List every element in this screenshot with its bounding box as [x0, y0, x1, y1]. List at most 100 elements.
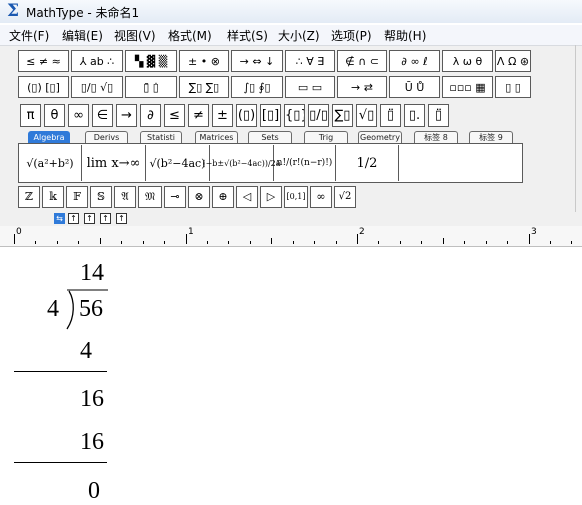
partial-symbol-button[interactable]: ∂ [140, 104, 161, 127]
double-dot-template-button[interactable]: ▯̈ [380, 104, 401, 127]
tab-label-8[interactable]: 标签 8 [414, 131, 458, 143]
menu-view[interactable]: 视图(V) [114, 27, 156, 44]
logical-symbols-button[interactable]: ∴ ∀ ∃ [285, 50, 335, 72]
subscript-template-button[interactable]: ▯. [404, 104, 425, 127]
window-title: MathType - 未命名1 [26, 6, 140, 20]
greek-lowercase-button[interactable]: λ ω θ [442, 50, 493, 72]
menu-size[interactable]: 大小(Z) [278, 27, 320, 44]
integral-templates-button[interactable]: ∫▯ ∮▯ [231, 76, 283, 98]
tab-trig[interactable]: Trig [304, 131, 348, 143]
greek-uppercase-button[interactable]: Λ Ω ⊛ [495, 50, 531, 72]
brackets-template-button[interactable]: [▯] [260, 104, 281, 127]
not-equal-symbol-button[interactable]: ≠ [188, 104, 209, 127]
tab-stop-relational-icon[interactable]: ↑ [100, 213, 111, 224]
oplus-symbol-button[interactable]: ⊕ [212, 186, 234, 208]
tab-statistics[interactable]: Statisti [140, 131, 182, 143]
ruler-tick [250, 241, 251, 244]
ruler-tick [486, 241, 487, 244]
template-discriminant[interactable]: √(b²−4ac) [146, 145, 210, 181]
s-symbol-button[interactable]: 𝕊 [90, 186, 112, 208]
infinity-small-button[interactable]: ∞ [310, 186, 332, 208]
fraktur-m-symbol-button[interactable]: 𝔐 [138, 186, 162, 208]
tab-algebra[interactable]: Algebra [28, 131, 70, 143]
fraction-radical-templates-button[interactable]: ▯/▯ √▯ [71, 76, 123, 98]
ruler-label-2: 2 [359, 227, 365, 237]
sqrt-template-button[interactable]: √▯ [356, 104, 377, 127]
integers-symbol-button[interactable]: ℤ [18, 186, 40, 208]
plus-minus-symbol-button[interactable]: ± [212, 104, 233, 127]
template-one-half[interactable]: 1/2 [336, 145, 399, 181]
ruler-tick [186, 234, 187, 244]
tab-stop-center-icon[interactable]: ↑ [68, 213, 79, 224]
right-arrow-symbol-button[interactable]: → [116, 104, 137, 127]
operator-symbols-button[interactable]: ± • ⊗ [179, 50, 229, 72]
menu-format[interactable]: 格式(M) [168, 27, 212, 44]
menu-bar: 文件(F) 编辑(E) 视图(V) 格式(M) 样式(S) 大小(Z) 选项(P… [0, 25, 582, 46]
underbar-overbar-templates-button[interactable]: ▭ ▭ [285, 76, 335, 98]
menu-help[interactable]: 帮助(H) [384, 27, 426, 44]
interval-symbol-button[interactable]: [0,1] [284, 186, 308, 208]
ruler-tick [336, 241, 337, 244]
menu-style[interactable]: 样式(S) [227, 27, 268, 44]
box-templates-button[interactable]: ▯ ▯ [495, 76, 531, 98]
infinity-symbol-button[interactable]: ∞ [68, 104, 89, 127]
theta-symbol-button[interactable]: θ [44, 104, 65, 127]
symbol-palette-row-1: ≤ ≠ ≈ ⅄ ab ∴ ▚ ▓ ▒ ± • ⊗ → ⇔ ↓ ∴ ∀ ∃ ∉ ∩… [18, 50, 531, 74]
tab-matrices[interactable]: Matrices [195, 131, 238, 143]
template-pythagorean[interactable]: √(a²+b²) [19, 145, 82, 181]
less-equal-symbol-button[interactable]: ≤ [164, 104, 185, 127]
relational-symbols-button[interactable]: ≤ ≠ ≈ [18, 50, 69, 72]
menu-edit[interactable]: 编辑(E) [62, 27, 103, 44]
dot-accent-template-button[interactable]: ▯̈ [428, 104, 449, 127]
parentheses-template-button[interactable]: (▯) [236, 104, 257, 127]
summation-templates-button[interactable]: ∑▯ ∑▯ [179, 76, 229, 98]
tab-derivs[interactable]: Derivs [85, 131, 128, 143]
first-subtraction-line [14, 371, 107, 372]
menu-options[interactable]: 选项(P) [331, 27, 372, 44]
field-symbol-button[interactable]: 𝔽 [66, 186, 88, 208]
ruler[interactable]: 0 1 2 3 [0, 226, 582, 247]
multimap-symbol-button[interactable]: ⊸ [164, 186, 186, 208]
otimes-symbol-button[interactable]: ⊗ [188, 186, 210, 208]
ruler-tick [57, 241, 58, 244]
tab-geometry[interactable]: Geometry [358, 131, 402, 143]
fraction-template-button[interactable]: ▯/▯ [308, 104, 329, 127]
tab-stop-decimal-icon[interactable]: ↑ [116, 213, 127, 224]
spaces-ellipses-button[interactable]: ⅄ ab ∴ [71, 50, 123, 72]
misc-symbols-button[interactable]: ∂ ∞ ℓ [389, 50, 440, 72]
embellishments-button[interactable]: ▚ ▓ ▒ [125, 50, 177, 72]
braces-template-button[interactable]: {▯} [284, 104, 305, 127]
products-set-templates-button[interactable]: Ū Ů [389, 76, 440, 98]
pi-symbol-button[interactable]: π [20, 104, 41, 127]
right-triangle-symbol-button[interactable]: ▷ [260, 186, 282, 208]
template-quadratic-formula[interactable]: (−b±√(b²−4ac))/2a [202, 145, 281, 181]
menu-file[interactable]: 文件(F) [9, 27, 49, 44]
fence-templates-button[interactable]: (▯) [▯] [18, 76, 69, 98]
equation-editor-area[interactable]: 14 4 56 4 16 16 0 [0, 247, 582, 505]
first-subtrahend: 4 [80, 338, 92, 364]
sqrt-two-button[interactable]: √2 [334, 186, 356, 208]
set-theory-symbols-button[interactable]: ∉ ∩ ⊂ [337, 50, 387, 72]
template-limit[interactable]: lim x→∞ [82, 145, 146, 181]
left-triangle-symbol-button[interactable]: ◁ [236, 186, 258, 208]
tab-label-9[interactable]: 标签 9 [469, 131, 513, 143]
tab-stop-right-icon[interactable]: ↑ [84, 213, 95, 224]
arrow-symbols-button[interactable]: → ⇔ ↓ [231, 50, 283, 72]
ruler-tick [550, 241, 551, 244]
ruler-tick [293, 241, 294, 244]
subscript-templates-button[interactable]: ▯̄ ▯̇ [125, 76, 177, 98]
template-combination[interactable]: n!/(r!(n−r)!) [274, 145, 336, 181]
tab-stop-left-icon[interactable]: ⇆ [54, 213, 65, 224]
toolbar-palette: ≤ ≠ ≈ ⅄ ab ∴ ▚ ▓ ▒ ± • ⊗ → ⇔ ↓ ∴ ∀ ∃ ∉ ∩… [0, 46, 582, 213]
sum-template-button[interactable]: ∑▯ [332, 104, 353, 127]
k-symbol-button[interactable]: 𝕜 [42, 186, 64, 208]
matrix-templates-button[interactable]: ▫▫▫ ▦ [442, 76, 493, 98]
labeled-arrow-templates-button[interactable]: → ⇄ [337, 76, 387, 98]
ruler-tick [357, 234, 358, 244]
fraktur-a-symbol-button[interactable]: 𝔄 [114, 186, 136, 208]
element-of-symbol-button[interactable]: ∈ [92, 104, 113, 127]
tab-sets[interactable]: Sets [248, 131, 292, 143]
ruler-tick [143, 241, 144, 244]
ruler-tick [507, 241, 508, 244]
sigma-icon: Σ [6, 1, 20, 21]
